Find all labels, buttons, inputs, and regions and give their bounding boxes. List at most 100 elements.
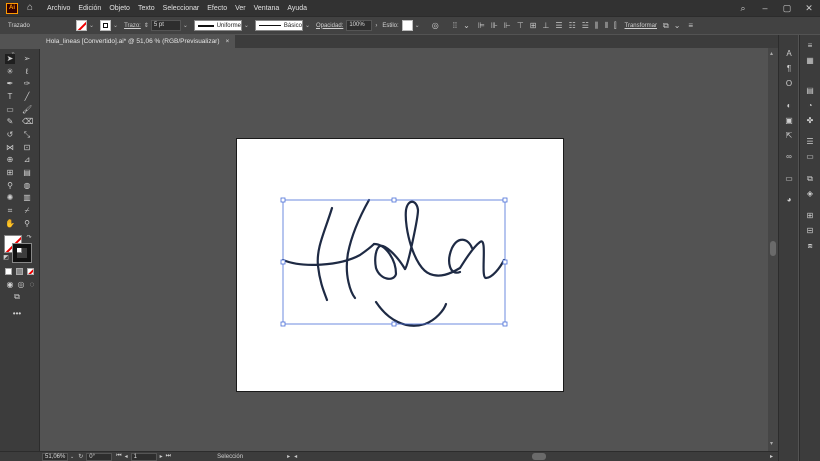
handle-middle-left[interactable] <box>280 259 286 265</box>
paragraph-panel-icon[interactable]: ¶ <box>783 64 795 74</box>
chevron-down-icon[interactable]: ⌄ <box>305 22 310 29</box>
eyedropper-tool-icon[interactable]: ⚲ <box>5 181 15 191</box>
export-icon[interactable]: ⇱ <box>783 131 795 141</box>
fill-swatch[interactable] <box>76 20 87 31</box>
color-mode-icon[interactable] <box>5 268 12 275</box>
chevron-down-icon[interactable]: ⌄ <box>674 21 681 30</box>
align-hcenter-icon[interactable]: ⊪ <box>491 21 498 30</box>
draw-behind-icon[interactable]: ◎ <box>16 280 26 290</box>
default-colors-icon[interactable]: ◩ <box>1 253 11 263</box>
distribute-left-icon[interactable]: ⫼ <box>595 21 599 31</box>
swatches-panel-icon[interactable]: ▤ <box>804 86 816 96</box>
chevron-down-icon[interactable]: ⌄ <box>89 22 94 29</box>
vertical-scrollbar[interactable]: ▴ ▾ <box>768 48 778 451</box>
handle-top-right[interactable] <box>502 197 508 203</box>
zoom-field[interactable]: 51,06% <box>42 452 68 461</box>
align-left-icon[interactable]: ⊫ <box>478 21 485 30</box>
scale-tool-icon[interactable]: ⤡ <box>22 130 32 140</box>
layers-panel-icon[interactable]: ◈ <box>804 189 816 199</box>
menu-ventana[interactable]: Ventana <box>254 5 280 12</box>
align-top-icon[interactable]: ⊤ <box>517 21 524 30</box>
eraser-tool-icon[interactable]: ⌫ <box>22 117 33 127</box>
symbols-panel-icon[interactable]: ✤ <box>804 116 816 126</box>
swap-colors-icon[interactable]: ↷ <box>24 233 34 243</box>
perspective-grid-tool-icon[interactable]: ⊿ <box>22 155 32 165</box>
hola-lettering[interactable] <box>281 198 506 327</box>
menu-efecto[interactable]: Efecto <box>207 5 227 12</box>
edit-toolbar-icon[interactable]: ••• <box>12 309 22 319</box>
handle-bottom-center[interactable] <box>391 321 397 327</box>
align-bottom-icon[interactable]: ⊥ <box>542 21 549 30</box>
distribute-bottom-icon[interactable]: ☱ <box>582 21 589 30</box>
shape-builder-tool-icon[interactable]: ⊕ <box>5 155 15 165</box>
line-tool-icon[interactable]: ╱ <box>22 92 32 102</box>
artwork-layer[interactable] <box>40 48 768 451</box>
opentype-panel-icon[interactable]: O <box>783 79 795 89</box>
zoom-tool-icon[interactable]: ⚲ <box>22 219 32 229</box>
libraries-panel-icon[interactable]: ▦ <box>804 56 816 66</box>
draw-normal-icon[interactable]: ◉ <box>5 280 15 290</box>
color-panel-icon[interactable]: ◐ <box>783 101 795 111</box>
status-menu-icon[interactable]: ▸ <box>287 453 290 460</box>
handle-top-left[interactable] <box>280 197 286 203</box>
opacity-field[interactable]: 100% <box>346 20 373 31</box>
shaper-tool-icon[interactable]: ✎ <box>5 117 15 127</box>
next-artboard-icon[interactable]: ▸ <box>160 453 163 460</box>
isolate-icon[interactable]: ⧉ <box>663 21 669 31</box>
selection-tool-icon[interactable]: ➤ <box>5 54 15 64</box>
none-mode-icon[interactable] <box>27 268 34 275</box>
comments-icon[interactable]: ▭ <box>783 174 795 184</box>
pathfinder-panel-icon[interactable]: ⊟ <box>804 226 816 236</box>
hand-tool-icon[interactable]: ✋ <box>5 219 15 229</box>
menu-texto[interactable]: Texto <box>138 5 155 12</box>
distribute-vcenter-icon[interactable]: ☷ <box>569 21 576 30</box>
canvas-area[interactable] <box>40 48 768 451</box>
mesh-tool-icon[interactable]: ⊞ <box>5 168 15 178</box>
transform-link[interactable]: Transformar <box>625 23 657 29</box>
stroke-color-box[interactable] <box>12 243 32 263</box>
variable-width-profile[interactable]: Uniforme <box>193 20 242 31</box>
screen-mode-icon[interactable]: ⧉ <box>12 292 22 302</box>
symbol-sprayer-tool-icon[interactable]: ✺ <box>5 193 15 203</box>
distribute-right-icon[interactable]: ⫿ <box>614 21 617 31</box>
chevron-right-icon[interactable]: › <box>375 23 377 29</box>
slice-tool-icon[interactable]: ⌿ <box>22 206 32 216</box>
chevron-down-icon[interactable]: ⌄ <box>244 22 249 29</box>
width-tool-icon[interactable]: ⋈ <box>5 143 15 153</box>
rotate-tool-icon[interactable]: ↺ <box>5 130 15 140</box>
panel-menu-icon[interactable]: ≡ <box>688 21 693 30</box>
direct-selection-tool-icon[interactable]: ➢ <box>22 54 32 64</box>
handle-bottom-left[interactable] <box>280 321 286 327</box>
distribute-top-icon[interactable]: ☰ <box>555 21 562 30</box>
stroke-weight-field[interactable]: 5 pt <box>150 20 181 31</box>
minimize-icon[interactable]: – <box>754 3 776 13</box>
menu-ver[interactable]: Ver <box>235 5 246 12</box>
handle-top-center[interactable] <box>391 197 397 203</box>
style-swatch[interactable] <box>401 20 413 31</box>
appearance-panel-icon[interactable]: ◕ <box>783 195 795 205</box>
handle-middle-right[interactable] <box>502 259 508 265</box>
opacity-label[interactable]: Opacidad: <box>316 23 343 29</box>
magic-wand-tool-icon[interactable]: ✳ <box>5 67 15 77</box>
first-artboard-icon[interactable]: ⏮ <box>116 453 121 460</box>
color-guide-icon[interactable]: ▣ <box>783 116 795 126</box>
gradient-tool-icon[interactable]: ▤ <box>22 168 32 178</box>
home-icon[interactable]: ⌂ <box>27 2 39 14</box>
free-transform-tool-icon[interactable]: ⊡ <box>22 143 32 153</box>
align-panel-icon[interactable]: ⊞ <box>804 211 816 221</box>
distribute-hcenter-icon[interactable]: ⫴ <box>605 21 608 31</box>
previous-artboard-icon[interactable]: ◂ <box>125 453 128 460</box>
scrollbar-thumb[interactable] <box>770 241 776 256</box>
menu-edicion[interactable]: Edición <box>78 5 101 12</box>
rotate-view-icon[interactable]: ↻ <box>78 453 83 460</box>
rectangle-tool-icon[interactable]: ▭ <box>5 105 15 115</box>
artboard-tool-icon[interactable]: ⌗ <box>5 206 15 216</box>
asset-export-icon[interactable]: ⧉ <box>804 174 816 184</box>
stroke-panel-icon[interactable]: ☰ <box>804 137 816 147</box>
curvature-tool-icon[interactable]: ✑ <box>22 79 32 89</box>
scroll-up-icon[interactable]: ▴ <box>770 50 773 57</box>
close-tab-icon[interactable]: × <box>226 38 230 45</box>
links-panel-icon[interactable]: ∞ <box>783 152 795 162</box>
menu-objeto[interactable]: Objeto <box>109 5 130 12</box>
artboard-field[interactable]: 1 <box>130 452 157 461</box>
